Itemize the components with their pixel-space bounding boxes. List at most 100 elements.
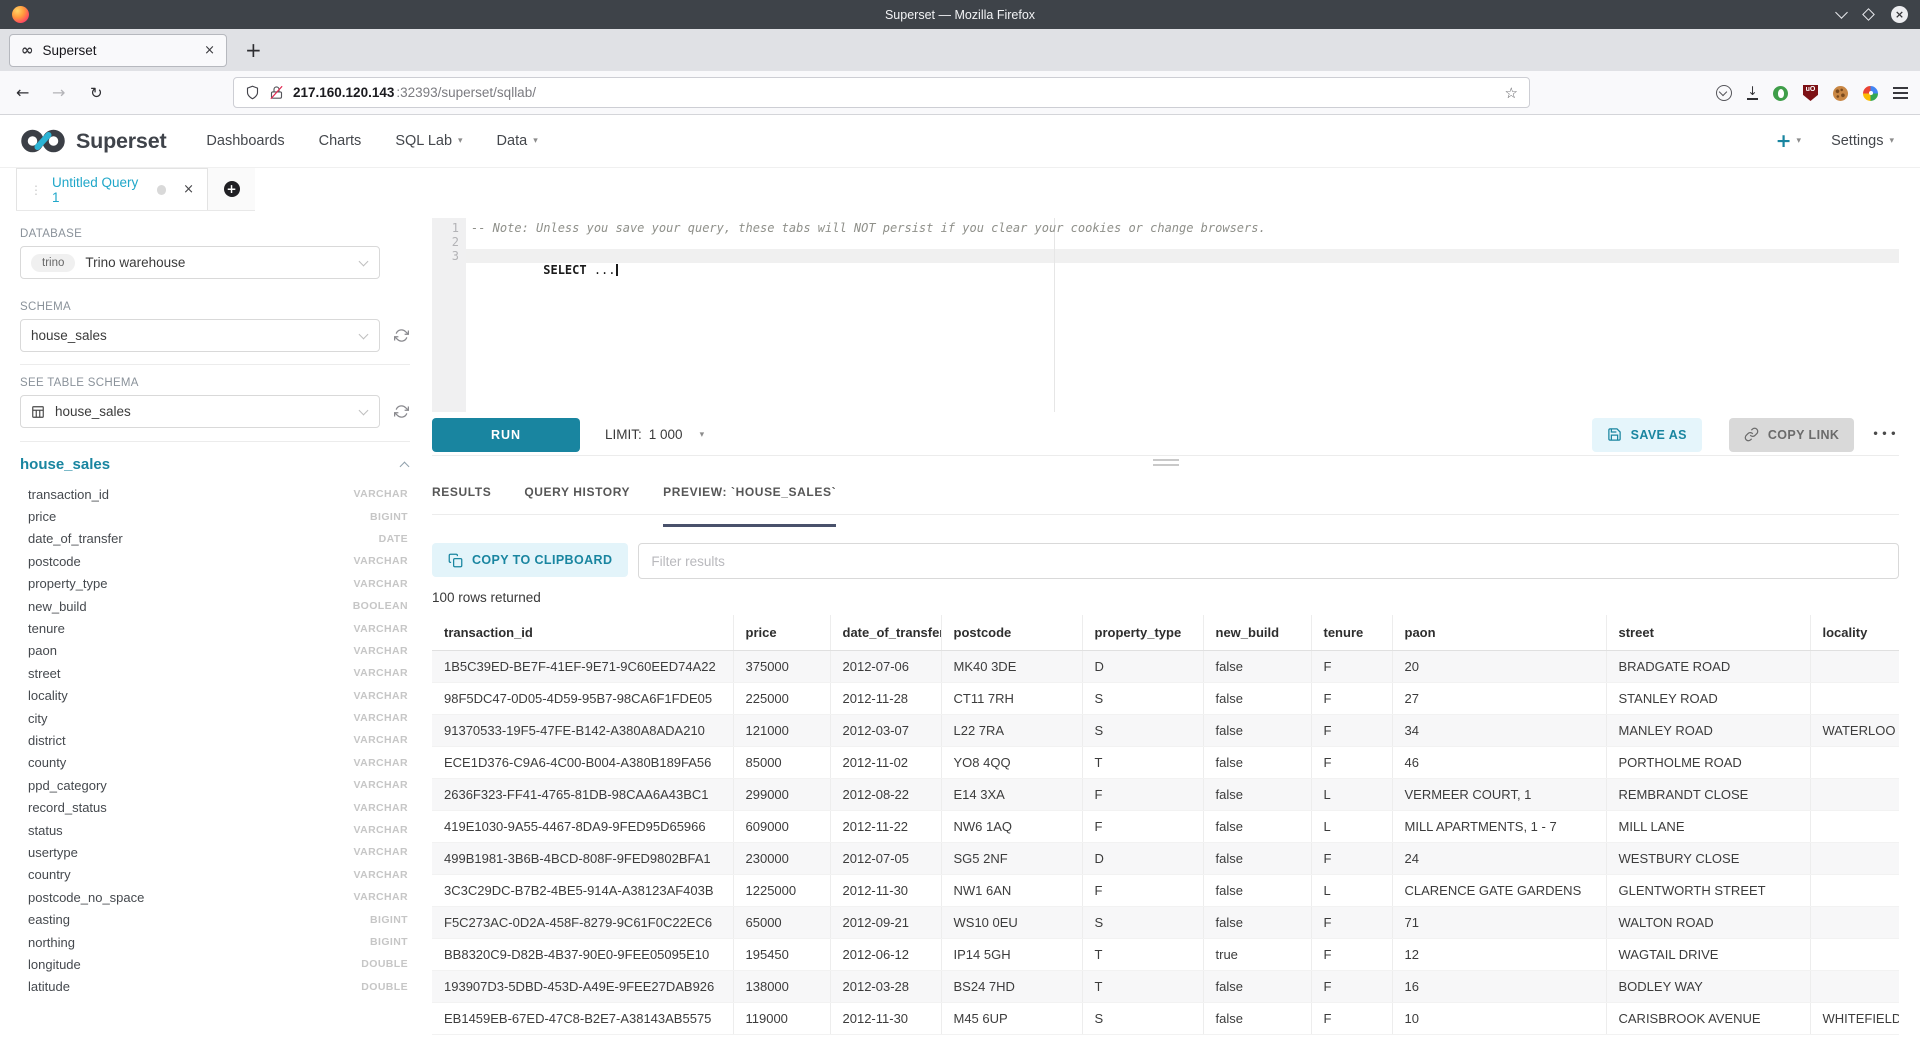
database-select[interactable]: trino Trino warehouse xyxy=(20,246,380,279)
column-row: longitude DOUBLE xyxy=(20,953,410,975)
results-column-header[interactable]: new_build xyxy=(1203,615,1311,651)
tab-close-icon[interactable]: × xyxy=(204,43,215,58)
tab-results[interactable]: RESULTS xyxy=(432,485,491,514)
forward-icon[interactable]: → xyxy=(52,83,65,103)
schema-select[interactable]: house_sales xyxy=(20,319,380,352)
results-column-header[interactable]: transaction_id xyxy=(432,615,733,651)
column-row: district VARCHAR xyxy=(20,729,410,751)
results-column-header[interactable]: locality xyxy=(1810,615,1899,651)
copy-link-button[interactable]: COPY LINK xyxy=(1729,418,1854,452)
more-options-button[interactable]: ••• xyxy=(1872,429,1899,440)
browser-tab[interactable]: ∞ Superset × xyxy=(9,34,227,67)
column-type: BIGINT xyxy=(370,936,408,948)
chevron-down-icon: ▾ xyxy=(700,430,705,440)
table-row[interactable]: 499B1981-3B6B-4BCD-808F-9FED9802BFA12300… xyxy=(432,843,1899,875)
save-as-button[interactable]: SAVE AS xyxy=(1592,418,1702,452)
pane-resize-handle[interactable] xyxy=(432,459,1899,475)
settings-menu[interactable]: Settings ▾ xyxy=(1831,133,1894,149)
result-cell: WS10 0EU xyxy=(941,907,1082,939)
column-row: street VARCHAR xyxy=(20,662,410,684)
column-name: ppd_category xyxy=(28,778,107,793)
sql-editor[interactable]: 123 -- Note: Unless you save your query,… xyxy=(432,218,1899,412)
table-row[interactable]: 2636F323-FF41-4765-81DB-98CAA6A43BC12990… xyxy=(432,779,1899,811)
result-cell: BODLEY WAY xyxy=(1606,971,1810,1003)
extension-icon[interactable] xyxy=(1863,86,1878,101)
query-tab-close-icon[interactable]: × xyxy=(183,182,194,197)
result-cell: 2012-03-28 xyxy=(830,971,941,1003)
url-field[interactable]: 217.160.120.143 :32393/superset/sqllab/ … xyxy=(233,77,1530,108)
nav-item[interactable]: Data ▾ xyxy=(497,133,538,149)
table-row[interactable]: 1B5C39ED-BE7F-41EF-9E71-9C60EED74A223750… xyxy=(432,651,1899,683)
downloads-icon[interactable]: ↓ xyxy=(1747,86,1758,100)
table-row[interactable]: 98F5DC47-0D05-4D59-95B7-98CA6F1FDE052250… xyxy=(432,683,1899,715)
results-column-header[interactable]: paon xyxy=(1392,615,1606,651)
refresh-tables-icon[interactable] xyxy=(394,404,409,419)
ublock-icon[interactable]: uO xyxy=(1803,85,1818,101)
result-cell xyxy=(1810,971,1899,1003)
shield-icon[interactable] xyxy=(245,85,260,100)
tab-preview[interactable]: PREVIEW: `HOUSE_SALES` xyxy=(663,485,836,514)
nav-item[interactable]: Charts xyxy=(319,133,362,149)
menu-icon[interactable] xyxy=(1893,87,1908,99)
results-column-header[interactable]: street xyxy=(1606,615,1810,651)
results-column-header[interactable]: tenure xyxy=(1311,615,1392,651)
superset-logo[interactable]: Superset xyxy=(20,127,166,155)
bookmark-star-icon[interactable]: ☆ xyxy=(1505,84,1518,102)
result-cell: 34 xyxy=(1392,715,1606,747)
table-row[interactable]: ECE1D376-C9A6-4C00-B004-A380B189FA568500… xyxy=(432,747,1899,779)
collapse-chevron-icon[interactable] xyxy=(400,462,410,472)
results-header-row: transaction_idpricedate_of_transferpostc… xyxy=(432,615,1899,651)
result-cell: BB8320C9-D82B-4B37-90E0-9FEE05095E10 xyxy=(432,939,733,971)
column-row: tenure VARCHAR xyxy=(20,617,410,639)
result-cell: E14 3XA xyxy=(941,779,1082,811)
window-close-icon[interactable]: × xyxy=(1891,6,1908,23)
tab-query-history[interactable]: QUERY HISTORY xyxy=(524,485,630,514)
results-body: 1B5C39ED-BE7F-41EF-9E71-9C60EED74A223750… xyxy=(432,651,1899,1035)
result-cell: 195450 xyxy=(733,939,830,971)
result-cell xyxy=(1810,907,1899,939)
result-cell: WATERLOO xyxy=(1810,715,1899,747)
window-maximize-icon[interactable] xyxy=(1862,8,1875,21)
result-cell: 3C3C29DC-B7B2-4BE5-914A-A38123AF403B xyxy=(432,875,733,907)
table-row[interactable]: 3C3C29DC-B7B2-4BE5-914A-A38123AF403B1225… xyxy=(432,875,1899,907)
add-new-button[interactable]: + ▾ xyxy=(1776,132,1801,151)
add-query-tab-button[interactable]: + xyxy=(208,168,255,210)
window-minimize-icon[interactable] xyxy=(1835,6,1848,19)
limit-dropdown[interactable]: LIMIT: 1 000 ▾ xyxy=(605,427,704,442)
table-row[interactable]: EB1459EB-67ED-47C8-B2E7-A38143AB55751190… xyxy=(432,1003,1899,1035)
table-name-heading[interactable]: house_sales xyxy=(20,456,110,473)
table-row[interactable]: BB8320C9-D82B-4B37-90E0-9FEE05095E101954… xyxy=(432,939,1899,971)
results-column-header[interactable]: date_of_transfer xyxy=(830,615,941,651)
result-cell: F xyxy=(1311,651,1392,683)
column-name: tenure xyxy=(28,621,65,636)
nav-item[interactable]: SQL Lab ▾ xyxy=(395,133,462,149)
result-cell: S xyxy=(1082,683,1203,715)
results-column-header[interactable]: postcode xyxy=(941,615,1082,651)
nav-item[interactable]: Dashboards xyxy=(206,133,284,149)
table-row[interactable]: 91370533-19F5-47FE-B142-A380A8ADA2101210… xyxy=(432,715,1899,747)
table-select[interactable]: house_sales xyxy=(20,395,380,428)
run-button[interactable]: RUN xyxy=(432,418,580,452)
query-tab[interactable]: ⋮ Untitled Query 1 × xyxy=(16,168,208,210)
reload-icon[interactable]: ↻ xyxy=(90,83,103,103)
filter-results-input[interactable] xyxy=(638,543,1899,579)
unsaved-indicator-dot xyxy=(157,185,167,195)
pocket-icon[interactable] xyxy=(1716,85,1732,101)
column-type: DATE xyxy=(379,533,408,545)
new-tab-button[interactable]: + xyxy=(245,38,262,62)
results-column-header[interactable]: price xyxy=(733,615,830,651)
column-row: status VARCHAR xyxy=(20,819,410,841)
drag-handle-icon[interactable]: ⋮ xyxy=(30,183,42,197)
privacy-badger-icon[interactable] xyxy=(1773,86,1788,101)
table-row[interactable]: F5C273AC-0D2A-458F-8279-9C61F0C22EC66500… xyxy=(432,907,1899,939)
column-name: county xyxy=(28,755,66,770)
copy-to-clipboard-button[interactable]: COPY TO CLIPBOARD xyxy=(432,543,628,577)
table-row[interactable]: 419E1030-9A55-4467-8DA9-9FED95D659666090… xyxy=(432,811,1899,843)
cookie-extension-icon[interactable] xyxy=(1833,86,1848,101)
results-column-header[interactable]: property_type xyxy=(1082,615,1203,651)
back-icon[interactable]: ← xyxy=(16,83,29,103)
refresh-schemas-icon[interactable] xyxy=(394,328,409,343)
table-row[interactable]: 193907D3-5DBD-453D-A49E-9FEE27DAB9261380… xyxy=(432,971,1899,1003)
insecure-lock-icon[interactable] xyxy=(269,85,284,100)
result-cell: F xyxy=(1082,811,1203,843)
